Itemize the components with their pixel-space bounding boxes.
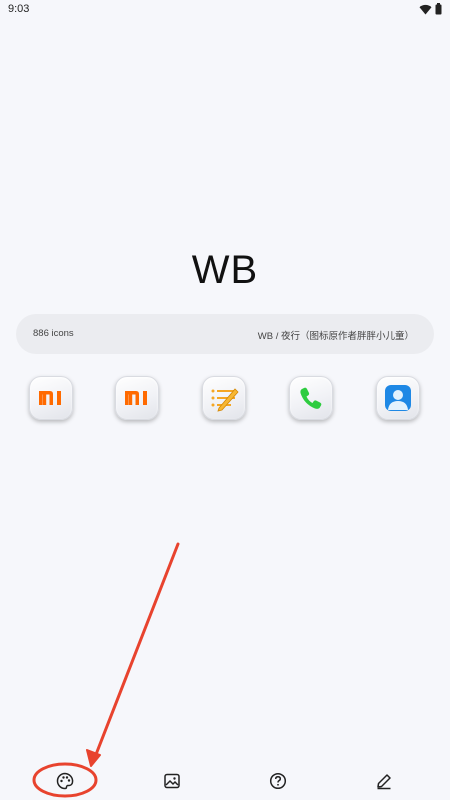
mi-icon (125, 391, 147, 405)
palette-icon (56, 772, 74, 790)
status-bar: 9:03 (0, 0, 450, 22)
contacts-app-icon[interactable] (376, 376, 420, 420)
icon-pack-title: WB (191, 248, 259, 292)
contacts-icon (385, 385, 411, 411)
phone-app-icon[interactable] (289, 376, 333, 420)
mi-app-icon-2[interactable] (115, 376, 159, 420)
icon-preview-row (0, 376, 450, 422)
bottom-navigation (0, 760, 450, 800)
icon-pack-author: WB / 夜行（图标原作者胖胖小儿童） (257, 331, 414, 342)
battery-icon (435, 3, 442, 15)
annotation-arrow-line (93, 542, 180, 759)
notes-icon (211, 388, 239, 412)
image-icon (164, 773, 180, 789)
phone-icon (300, 387, 322, 409)
status-icons (419, 3, 442, 15)
help-icon (269, 772, 287, 790)
notes-app-icon[interactable] (202, 376, 246, 420)
edit-icon (377, 774, 391, 790)
nav-help[interactable] (265, 768, 291, 794)
icon-pack-info-bar[interactable]: 886 icons WB / 夜行（图标原作者胖胖小儿童） (16, 314, 434, 354)
nav-icon-packs[interactable] (52, 768, 78, 794)
wifi-icon (419, 4, 432, 15)
status-time: 9:03 (8, 3, 30, 15)
nav-edit[interactable] (371, 768, 397, 794)
mi-app-icon-1[interactable] (29, 376, 73, 420)
mi-icon (39, 391, 61, 405)
nav-wallpaper[interactable] (159, 768, 185, 794)
icon-count: 886 icons (33, 328, 74, 339)
